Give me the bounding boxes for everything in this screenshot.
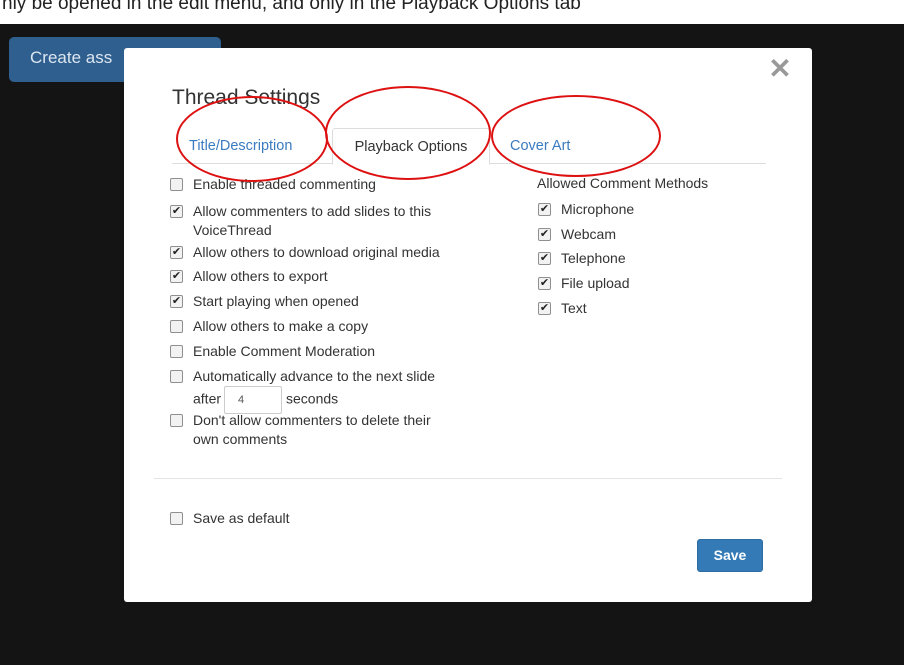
auto-advance-checkbox[interactable] (170, 370, 183, 383)
method-microphone[interactable]: Microphone (538, 200, 635, 219)
caption-strip: nly be opened in the edit menu, and only… (0, 0, 904, 24)
tab-title-description[interactable]: Title/Description (189, 128, 292, 164)
save-default-checkbox[interactable] (170, 512, 183, 525)
tab-cover-art[interactable]: Cover Art (510, 128, 570, 164)
option-auto-advance[interactable]: Automatically advance to the next slide … (170, 367, 436, 414)
option-prevent-delete[interactable]: Don't allow commenters to delete their o… (170, 411, 431, 449)
caption-text: nly be opened in the edit menu, and only… (2, 0, 581, 14)
method-text[interactable]: Text (538, 299, 587, 318)
telephone-checkbox[interactable] (538, 252, 551, 265)
option-export[interactable]: Allow others to export (170, 267, 328, 286)
footer-divider (154, 478, 782, 479)
option-comment-moderation[interactable]: Enable Comment Moderation (170, 342, 376, 361)
option-make-copy[interactable]: Allow others to make a copy (170, 317, 369, 336)
option-label: Allow others to make a copy (193, 318, 369, 334)
webcam-checkbox[interactable] (538, 228, 551, 241)
save-as-default[interactable]: Save as default (170, 509, 290, 528)
method-telephone[interactable]: Telephone (538, 249, 626, 268)
close-icon[interactable]: ✕ (765, 54, 795, 84)
start-playing-checkbox[interactable] (170, 295, 183, 308)
option-label: Allow others to download original media (193, 244, 440, 260)
option-threaded-commenting[interactable]: Enable threaded commenting (170, 175, 376, 194)
prevent-delete-checkbox[interactable] (170, 414, 183, 427)
microphone-checkbox[interactable] (538, 203, 551, 216)
option-label: Allow commenters to add slides to this (193, 203, 432, 219)
option-label-continued: VoiceThread (193, 222, 272, 238)
comment-moderation-checkbox[interactable] (170, 345, 183, 358)
option-label: Automatically advance to the next slide (193, 368, 436, 384)
save-button[interactable]: Save (697, 539, 763, 572)
option-label: Allow others to export (193, 268, 328, 284)
save-default-label: Save as default (193, 510, 290, 526)
advance-seconds-input[interactable]: 4 (224, 386, 283, 414)
option-label: Enable threaded commenting (193, 176, 376, 192)
option-label: Don't allow commenters to delete their (193, 412, 431, 428)
option-download-media[interactable]: Allow others to download original media (170, 243, 440, 262)
auto-advance-suffix: seconds (286, 390, 339, 407)
method-label: Telephone (561, 250, 626, 266)
method-label: Webcam (561, 226, 616, 242)
option-add-slides[interactable]: Allow commenters to add slides to this V… (170, 202, 432, 240)
option-label-continued: own comments (193, 431, 288, 447)
download-media-checkbox[interactable] (170, 246, 183, 259)
method-file-upload[interactable]: File upload (538, 274, 630, 293)
file-upload-checkbox[interactable] (538, 277, 551, 290)
make-copy-checkbox[interactable] (170, 320, 183, 333)
auto-advance-prefix: after (193, 390, 222, 407)
threaded-commenting-checkbox[interactable] (170, 178, 183, 191)
methods-heading: Allowed Comment Methods (537, 175, 709, 191)
option-label: Enable Comment Moderation (193, 343, 376, 359)
export-checkbox[interactable] (170, 270, 183, 283)
text-checkbox[interactable] (538, 302, 551, 315)
method-label: Microphone (561, 201, 635, 217)
option-label: Start playing when opened (193, 293, 359, 309)
option-start-playing[interactable]: Start playing when opened (170, 292, 359, 311)
modal-title: Thread Settings (172, 86, 321, 109)
method-webcam[interactable]: Webcam (538, 225, 616, 244)
tab-playback-options[interactable]: Playback Options (332, 128, 490, 165)
method-label: File upload (561, 275, 630, 291)
method-label: Text (561, 300, 587, 316)
settings-tabs: Title/Description Playback Options Cover… (172, 124, 766, 165)
add-slides-checkbox[interactable] (170, 205, 183, 218)
